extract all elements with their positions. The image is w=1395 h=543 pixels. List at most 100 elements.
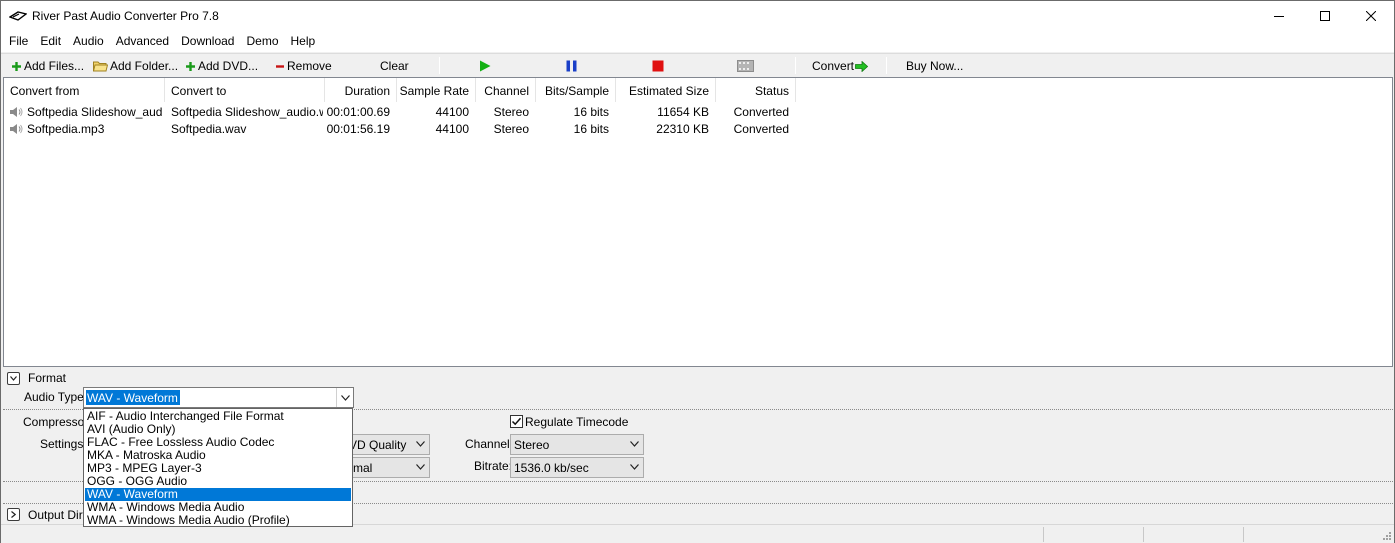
channel-select[interactable]: Stereo: [510, 434, 644, 455]
plus-icon: [186, 61, 195, 71]
pause-button[interactable]: [566, 58, 579, 74]
folder-icon: [93, 61, 108, 72]
column-header-status[interactable]: Status: [716, 78, 796, 102]
convert-label: Convert: [812, 59, 855, 73]
audio-type-option[interactable]: WMA - Windows Media Audio (Profile): [85, 514, 351, 527]
menu-help[interactable]: Help: [285, 31, 322, 52]
cell-estimated-size: 22310 KB: [656, 122, 709, 136]
format-collapse-toggle[interactable]: [7, 372, 20, 385]
remove-label: Remove: [287, 59, 332, 73]
menu-demo[interactable]: Demo: [240, 31, 284, 52]
menu-audio[interactable]: Audio: [67, 31, 110, 52]
speaker-icon: [10, 124, 23, 134]
output-expand-toggle[interactable]: [7, 508, 20, 521]
minimize-button[interactable]: [1256, 1, 1302, 31]
clear-button[interactable]: Clear: [380, 58, 409, 74]
cell-sample-rate: 44100: [435, 105, 469, 119]
audio-type-dropdown-list[interactable]: AIF - Audio Interchanged File Format AVI…: [83, 408, 353, 527]
add-files-button[interactable]: Add Files...: [11, 58, 84, 74]
pause-icon: [566, 60, 577, 72]
close-button[interactable]: [1348, 1, 1394, 31]
toolbar-separator: [439, 57, 440, 74]
add-dvd-label: Add DVD...: [198, 59, 259, 73]
chevron-down-icon: [630, 464, 639, 470]
column-header-convert-from[interactable]: Convert from: [4, 78, 165, 102]
remove-button[interactable]: Remove: [275, 58, 332, 74]
audio-type-value: WAV - Waveform: [86, 390, 180, 405]
minus-icon: [276, 64, 284, 68]
menu-bar: File Edit Audio Advanced Download Demo H…: [1, 31, 1394, 52]
settings-quality-value: VD Quality: [349, 438, 407, 452]
cell-estimated-size: 11654 KB: [657, 105, 709, 119]
cell-channel: Stereo: [493, 122, 529, 136]
menu-edit[interactable]: Edit: [34, 31, 67, 52]
chevron-right-icon: [11, 511, 16, 518]
speaker-icon: [10, 107, 23, 117]
add-dvd-button[interactable]: Add DVD...: [185, 58, 258, 74]
column-header-bits-sample[interactable]: Bits/Sample: [536, 78, 616, 102]
add-files-label: Add Files...: [24, 59, 85, 73]
app-logo-icon: [9, 11, 27, 21]
file-list[interactable]: Convert from Convert to Duration Sample …: [3, 77, 1393, 367]
chevron-down-icon: [416, 464, 425, 470]
regulate-timecode-checkbox[interactable]: [510, 415, 523, 428]
bitrate-label: Bitrate:: [474, 459, 513, 473]
burn-button[interactable]: [737, 58, 756, 74]
maximize-icon: [1320, 11, 1330, 21]
maximize-button[interactable]: [1302, 1, 1348, 31]
toolbar-separator: [795, 57, 796, 74]
film-icon: [737, 60, 754, 72]
cell-channel: Stereo: [493, 105, 529, 119]
buy-now-label: Buy Now...: [906, 59, 964, 73]
column-header-duration[interactable]: Duration: [325, 78, 397, 102]
chevron-down-icon: [340, 394, 350, 401]
column-header-estimated-size[interactable]: Estimated Size: [616, 78, 716, 102]
stop-button[interactable]: [652, 58, 666, 74]
add-folder-button[interactable]: Add Folder...: [93, 58, 178, 74]
channel-label: Channel:: [465, 437, 514, 451]
buy-now-button[interactable]: Buy Now...: [906, 58, 963, 74]
play-button[interactable]: [479, 58, 493, 74]
bitrate-value: 1536.0 kb/sec: [514, 461, 589, 475]
chevron-down-icon: [630, 441, 639, 447]
arrow-right-icon: [855, 60, 869, 72]
play-icon: [480, 60, 491, 72]
status-separator: [1143, 527, 1144, 542]
plus-icon: [12, 61, 21, 71]
title-bar: River Past Audio Converter Pro 7.8: [1, 1, 1394, 31]
menu-file[interactable]: File: [3, 31, 34, 52]
output-directory-label: Output Dire: [28, 508, 90, 522]
cell-convert-from: Softpedia.mp3: [27, 122, 105, 136]
regulate-timecode-label: Regulate Timecode: [525, 415, 629, 429]
table-row[interactable]: Softpedia Slideshow_audi... Softpedia Sl…: [4, 103, 1392, 120]
table-row[interactable]: Softpedia.mp3 Softpedia.wav 00:01:56.19 …: [4, 120, 1392, 137]
menu-advanced[interactable]: Advanced: [110, 31, 175, 52]
audio-type-label: Audio Type:: [24, 390, 88, 404]
audio-type-dropdown-button[interactable]: [336, 388, 353, 407]
minimize-icon: [1274, 16, 1284, 17]
format-section-label: Format: [28, 371, 67, 385]
convert-button[interactable]: Convert: [812, 58, 870, 74]
cell-convert-to: Softpedia Slideshow_audio.w...: [171, 105, 323, 119]
menu-download[interactable]: Download: [175, 31, 240, 52]
cell-sample-rate: 44100: [435, 122, 469, 136]
column-header-sample-rate[interactable]: Sample Rate: [397, 78, 476, 102]
window-title: River Past Audio Converter Pro 7.8: [32, 9, 219, 23]
audio-type-select[interactable]: WAV - Waveform: [83, 387, 354, 408]
status-separator: [1043, 527, 1044, 542]
resize-grip-icon[interactable]: [1381, 530, 1392, 541]
column-header-channel[interactable]: Channel: [476, 78, 536, 102]
app-window: River Past Audio Converter Pro 7.8 File …: [0, 0, 1395, 543]
channel-value: Stereo: [514, 438, 550, 452]
status-separator: [1243, 527, 1244, 542]
column-header-convert-to[interactable]: Convert to: [165, 78, 325, 102]
cell-bits-sample: 16 bits: [573, 122, 609, 136]
toolbar: Add Files... Add Folder... Add DVD... Re…: [1, 53, 1394, 76]
checkmark-icon: [511, 417, 522, 426]
cell-duration: 00:01:56.19: [326, 122, 390, 136]
close-icon: [1366, 11, 1376, 21]
cell-bits-sample: 16 bits: [573, 105, 609, 119]
cell-convert-to: Softpedia.wav: [171, 122, 247, 136]
bitrate-select[interactable]: 1536.0 kb/sec: [510, 457, 644, 478]
settings-label: Settings:: [40, 437, 87, 451]
